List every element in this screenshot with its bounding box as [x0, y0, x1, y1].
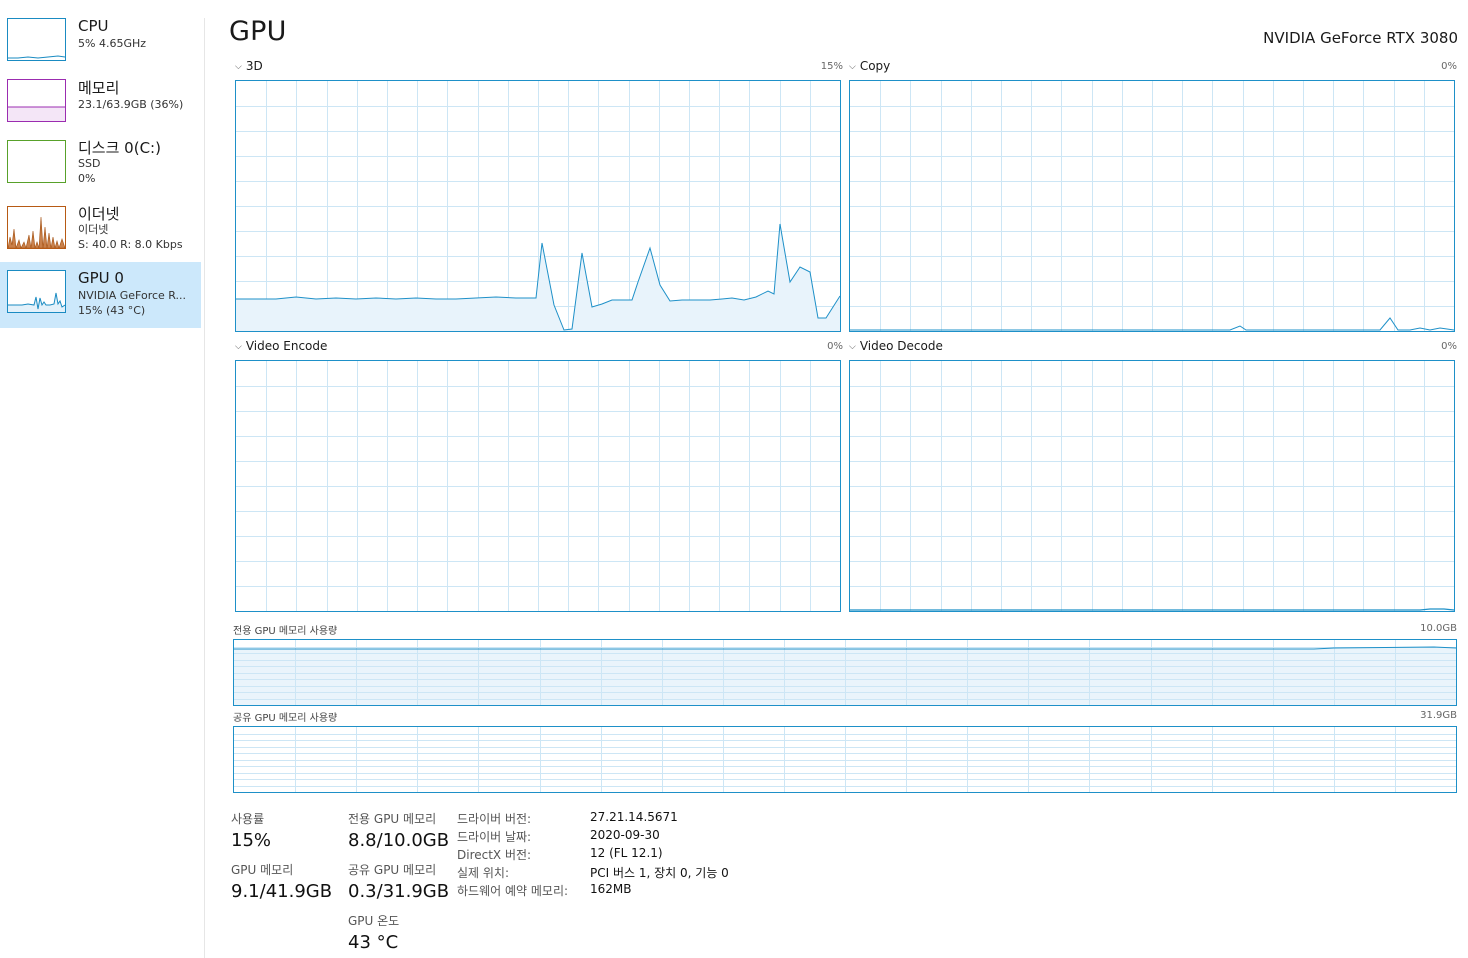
sidebar-item-title: 메모리	[78, 79, 120, 97]
graph-video-decode	[849, 360, 1455, 612]
sidebar-divider	[204, 18, 205, 958]
sidebar-item-detail: 15% (43 °C)	[78, 304, 146, 317]
graph-grid	[850, 81, 1454, 331]
shared-memory-graph	[233, 726, 1457, 793]
graph-video-decode-selector[interactable]: ⌵ Video Decode	[849, 339, 943, 353]
sidebar-item-subtitle: NVIDIA GeForce R...	[78, 289, 187, 302]
graph-copy-max: 0%	[1441, 61, 1457, 72]
sidebar-item-subtitle: 이더넷	[78, 223, 109, 236]
sidebar-item-title: CPU	[78, 17, 109, 35]
shared-memory-graph-max: 31.9GB	[1420, 710, 1457, 721]
sidebar-item-gpu0[interactable]: GPU 0 NVIDIA GeForce R... 15% (43 °C)	[0, 262, 201, 328]
shared-memory-value: 0.3/31.9GB	[348, 881, 450, 902]
graph-3d-selector[interactable]: ⌵ 3D	[235, 59, 263, 73]
shared-memory-graph-label: 공유 GPU 메모리 사용량	[233, 713, 338, 724]
sidebar-item-detail: S: 40.0 R: 8.0 Kbps	[78, 238, 183, 251]
info-value: 12 (FL 12.1)	[590, 846, 663, 860]
info-value: 162MB	[590, 882, 632, 896]
info-key: 드라이버 버전:	[457, 812, 532, 826]
shared-memory-label: 공유 GPU 메모리	[348, 863, 437, 877]
dedicated-memory-graph-max: 10.0GB	[1420, 623, 1457, 634]
graph-grid	[234, 727, 1456, 792]
graph-video-encode-selector[interactable]: ⌵ Video Encode	[235, 339, 327, 353]
gpu-memory-label: GPU 메모리	[231, 863, 294, 877]
info-key: 하드웨어 예약 메모리:	[457, 884, 569, 898]
sidebar: CPU 5% 4.65GHz 메모리 23.1/63.9GB (36%) 디스크…	[0, 0, 202, 958]
sidebar-item-subtitle: SSD	[78, 157, 101, 170]
page-title: GPU	[229, 16, 287, 47]
graph-3d-plot	[236, 81, 840, 331]
graph-copy	[849, 80, 1455, 332]
graph-3d	[235, 80, 841, 332]
utilization-label: 사용률	[231, 812, 265, 826]
graph-grid	[236, 361, 840, 611]
gpu-memory-value: 9.1/41.9GB	[231, 881, 333, 902]
info-value: PCI 버스 1, 장치 0, 기능 0	[590, 866, 729, 880]
gpu-thumbnail-graph	[7, 270, 66, 313]
gpu-temperature-value: 43 °C	[348, 932, 399, 953]
info-value: 27.21.14.5671	[590, 810, 678, 824]
shared-memory-plot	[234, 727, 1456, 792]
dedicated-memory-plot	[234, 640, 1456, 705]
sidebar-item-subtitle: 5% 4.65GHz	[78, 37, 147, 50]
chevron-down-icon: ⌵	[235, 342, 242, 352]
graph-video-encode-max: 0%	[827, 341, 843, 352]
info-value: 2020-09-30	[590, 828, 660, 842]
graph-video-encode-label: Video Encode	[245, 339, 328, 353]
graph-3d-label: 3D	[245, 59, 263, 73]
graph-video-decode-max: 0%	[1441, 341, 1457, 352]
graph-copy-selector[interactable]: ⌵ Copy	[849, 59, 890, 73]
graph-video-decode-plot	[850, 361, 1454, 611]
info-key: DirectX 버전:	[457, 848, 532, 862]
ethernet-thumbnail-graph	[7, 206, 66, 249]
sidebar-item-memory[interactable]: 메모리 23.1/63.9GB (36%)	[0, 71, 201, 137]
chevron-down-icon: ⌵	[235, 62, 242, 72]
cpu-thumbnail-graph	[7, 18, 66, 61]
sidebar-item-cpu[interactable]: CPU 5% 4.65GHz	[0, 10, 201, 76]
sidebar-item-title: 디스크 0(C:)	[78, 139, 161, 157]
sidebar-item-detail: 0%	[78, 172, 96, 185]
dedicated-memory-label: 전용 GPU 메모리	[348, 812, 437, 826]
graph-copy-label: Copy	[859, 59, 891, 73]
sidebar-item-subtitle: 23.1/63.9GB (36%)	[78, 98, 184, 111]
dedicated-memory-value: 8.8/10.0GB	[348, 830, 450, 851]
gpu-model-name: NVIDIA GeForce RTX 3080	[1263, 29, 1458, 47]
sidebar-item-ethernet[interactable]: 이더넷 이더넷 S: 40.0 R: 8.0 Kbps	[0, 198, 201, 264]
disk-thumbnail-graph	[7, 140, 66, 183]
chevron-down-icon: ⌵	[849, 62, 856, 72]
info-key: 드라이버 날짜:	[457, 830, 532, 844]
graph-video-encode	[235, 360, 841, 612]
memory-thumbnail-graph	[7, 79, 66, 122]
chevron-down-icon: ⌵	[849, 342, 856, 352]
dedicated-memory-graph	[233, 639, 1457, 706]
info-key: 실제 위치:	[457, 866, 510, 880]
gpu-temperature-label: GPU 온도	[348, 914, 400, 928]
sidebar-item-title: 이더넷	[78, 205, 120, 223]
utilization-value: 15%	[231, 830, 272, 851]
graph-copy-plot	[850, 81, 1454, 331]
sidebar-item-title: GPU 0	[78, 269, 124, 287]
sidebar-item-disk[interactable]: 디스크 0(C:) SSD 0%	[0, 132, 201, 198]
graph-3d-max: 15%	[820, 61, 843, 72]
dedicated-memory-graph-label: 전용 GPU 메모리 사용량	[233, 626, 338, 637]
graph-grid	[850, 361, 1454, 611]
graph-video-encode-plot	[236, 361, 840, 611]
graph-video-decode-label: Video Decode	[859, 339, 943, 353]
